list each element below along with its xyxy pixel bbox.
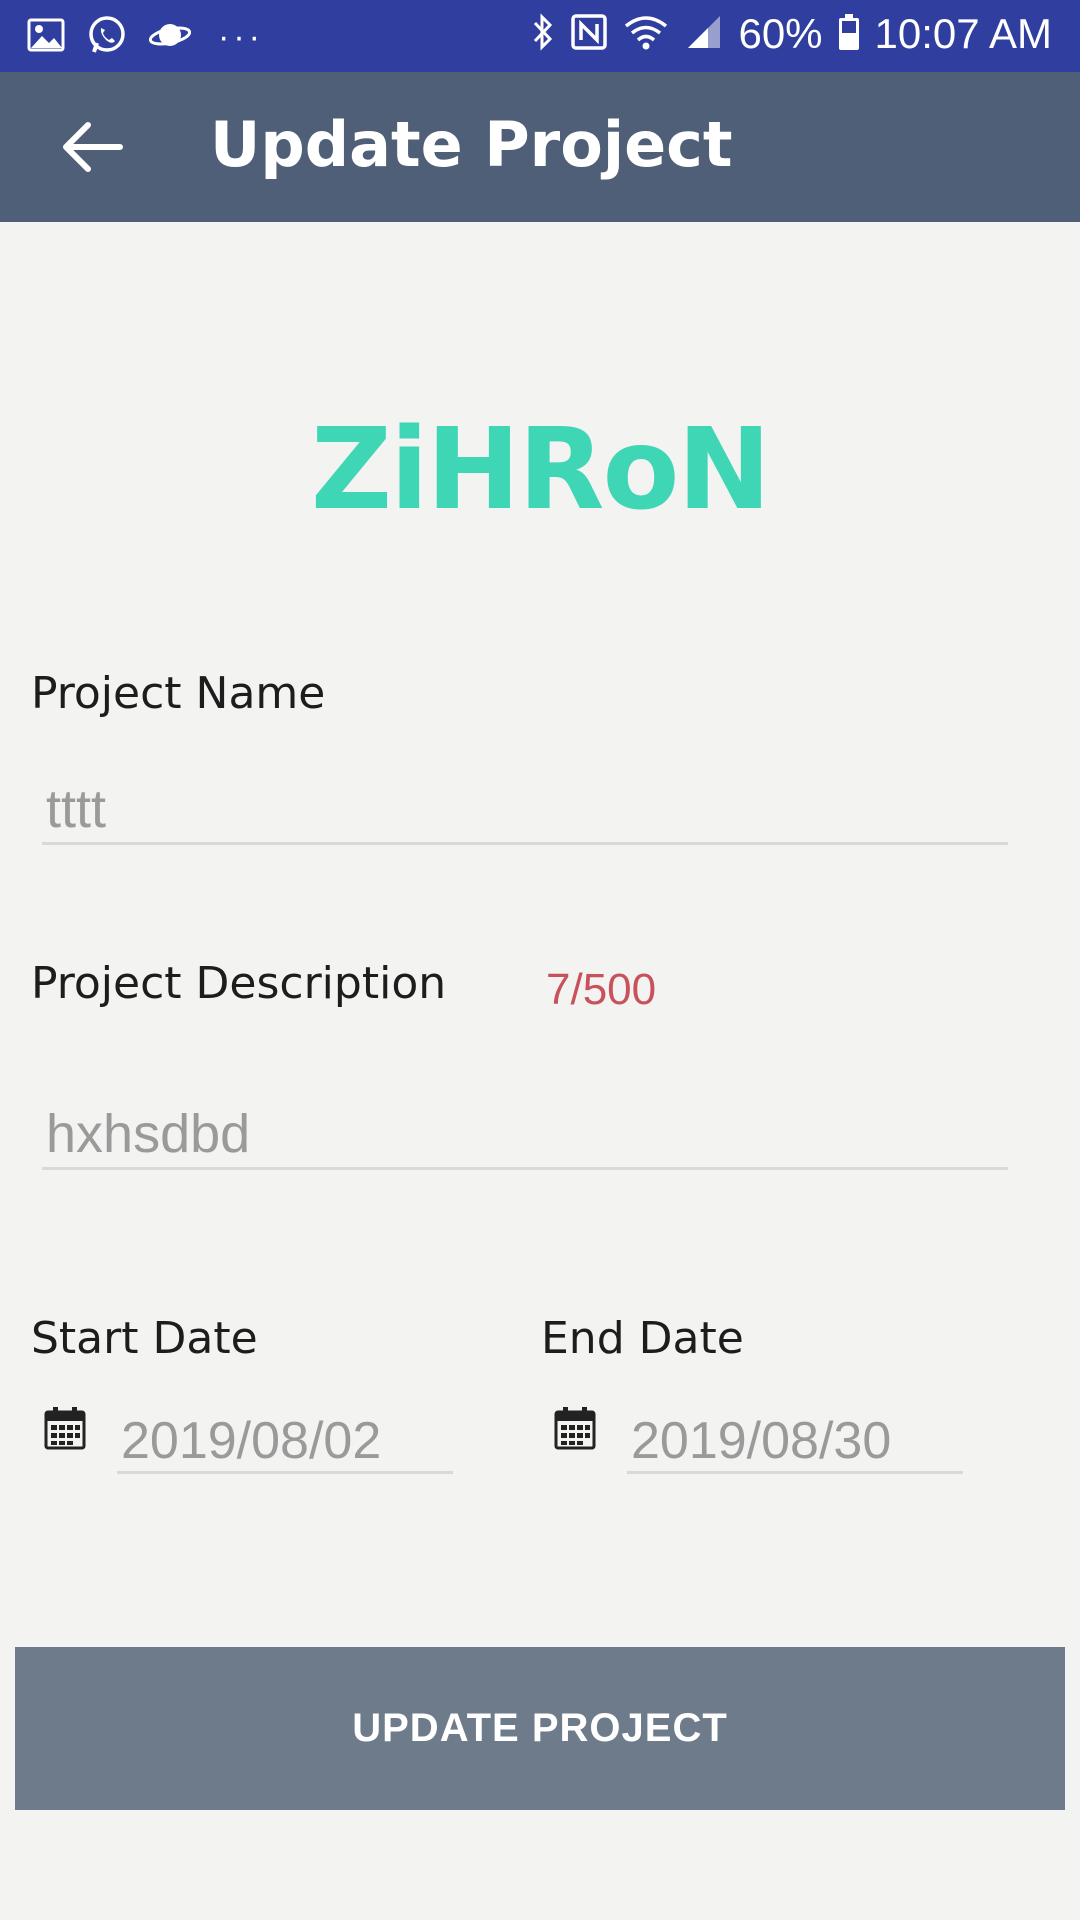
bluetooth-icon: [530, 12, 556, 57]
start-date-label: Start Date: [31, 1313, 258, 1364]
clock: 10:07 AM: [874, 10, 1052, 57]
app-logo: ZiHRoN: [310, 405, 771, 535]
end-date-input[interactable]: [627, 1410, 963, 1474]
whatsapp-icon: [86, 14, 128, 61]
calendar-icon: [554, 1407, 596, 1450]
app-bar: Update Project: [0, 72, 1080, 222]
more-icon: ···: [218, 18, 264, 56]
nfc-icon: [570, 12, 608, 57]
end-date-label: End Date: [541, 1313, 744, 1364]
project-description-label: Project Description: [31, 958, 447, 1009]
arrow-left-icon: [63, 122, 123, 172]
status-bar-right: 60% 10:07 AM: [530, 10, 1052, 58]
wifi-icon: [622, 12, 670, 57]
status-bar: ··· 60% 10:07 AM: [0, 0, 1080, 72]
status-bar-left: ···: [26, 14, 264, 61]
battery-percentage: 60%: [738, 10, 823, 57]
planet-icon: [148, 15, 192, 60]
project-name-input[interactable]: [42, 775, 1008, 845]
signal-icon: [684, 12, 724, 57]
back-button[interactable]: [52, 114, 132, 180]
project-name-label: Project Name: [31, 668, 326, 719]
gallery-icon: [26, 15, 66, 60]
calendar-icon: [44, 1407, 86, 1450]
project-description-input[interactable]: [42, 1100, 1008, 1170]
page-title: Update Project: [210, 108, 733, 181]
start-date-input[interactable]: [117, 1410, 453, 1474]
battery-icon: [837, 12, 861, 57]
update-project-button[interactable]: UPDATE PROJECT: [15, 1647, 1065, 1810]
description-char-counter: 7/500: [546, 965, 657, 1014]
